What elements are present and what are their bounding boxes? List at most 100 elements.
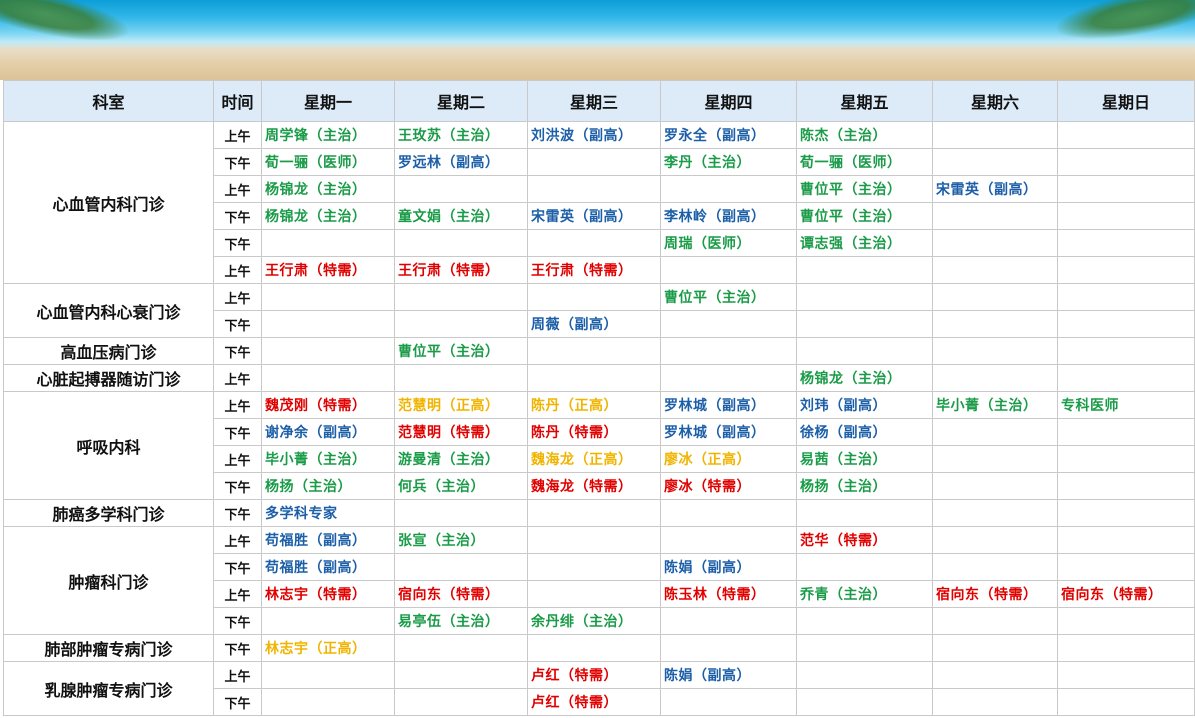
doctor-cell: 何兵（主治） bbox=[394, 472, 528, 500]
doctor-cell bbox=[796, 607, 933, 635]
session-time: 下午 bbox=[213, 499, 262, 527]
header-day-wed: 星期三 bbox=[527, 80, 661, 122]
doctor-cell bbox=[1057, 121, 1195, 149]
doctor-cell: 毕小菁（主治） bbox=[932, 391, 1058, 419]
doctor-cell bbox=[394, 553, 528, 581]
doctor-cell bbox=[1057, 607, 1195, 635]
doctor-cell bbox=[1057, 175, 1195, 203]
header-day-sat: 星期六 bbox=[932, 80, 1058, 122]
doctor-cell bbox=[932, 418, 1058, 446]
doctor-cell bbox=[1057, 202, 1195, 230]
doctor-cell bbox=[394, 229, 528, 257]
doctor-cell: 陈丹（特需） bbox=[527, 418, 661, 446]
header-dept: 科室 bbox=[3, 80, 214, 122]
doctor-cell: 王玫苏（主治） bbox=[394, 121, 528, 149]
doctor-cell: 范华（特需） bbox=[796, 526, 933, 554]
doctor-cell: 卢红（特需） bbox=[527, 688, 661, 716]
department-name: 心血管内科门诊 bbox=[3, 121, 214, 284]
doctor-cell: 谢净余（副高） bbox=[261, 418, 395, 446]
doctor-cell bbox=[527, 526, 661, 554]
session-time: 上午 bbox=[213, 283, 262, 311]
doctor-cell bbox=[527, 229, 661, 257]
header-day-fri: 星期五 bbox=[796, 80, 933, 122]
doctor-cell: 杨扬（主治） bbox=[796, 472, 933, 500]
doctor-cell: 罗永全（副高） bbox=[660, 121, 797, 149]
department-name: 心脏起搏器随访门诊 bbox=[3, 364, 214, 392]
doctor-cell bbox=[932, 634, 1058, 662]
doctor-cell: 专科医师 bbox=[1057, 391, 1195, 419]
session-time: 上午 bbox=[213, 526, 262, 554]
doctor-cell bbox=[261, 364, 395, 392]
doctor-cell bbox=[796, 499, 933, 527]
doctor-cell: 苟福胜（副高） bbox=[261, 526, 395, 554]
doctor-cell bbox=[932, 256, 1058, 284]
doctor-cell: 曹位平（主治） bbox=[796, 202, 933, 230]
department-name: 肿瘤科门诊 bbox=[3, 526, 214, 635]
doctor-cell: 卢红（特需） bbox=[527, 661, 661, 689]
doctor-cell: 王行肃（特需） bbox=[394, 256, 528, 284]
session-time: 上午 bbox=[213, 256, 262, 284]
doctor-cell bbox=[1057, 418, 1195, 446]
doctor-cell: 罗林城（副高） bbox=[660, 391, 797, 419]
session-time: 下午 bbox=[213, 472, 262, 500]
doctor-cell bbox=[261, 688, 395, 716]
doctor-cell bbox=[796, 310, 933, 338]
doctor-cell bbox=[796, 661, 933, 689]
doctor-cell bbox=[796, 688, 933, 716]
doctor-cell: 林志宇（正高） bbox=[261, 634, 395, 662]
doctor-cell: 刘洪波（副高） bbox=[527, 121, 661, 149]
doctor-cell bbox=[1057, 472, 1195, 500]
doctor-cell bbox=[1057, 337, 1195, 365]
doctor-cell bbox=[932, 688, 1058, 716]
doctor-cell: 童文娟（主治） bbox=[394, 202, 528, 230]
doctor-cell: 张宣（主治） bbox=[394, 526, 528, 554]
doctor-cell: 乔青（主治） bbox=[796, 580, 933, 608]
doctor-cell: 周薇（副高） bbox=[527, 310, 661, 338]
session-time: 上午 bbox=[213, 661, 262, 689]
doctor-cell bbox=[1057, 499, 1195, 527]
beach-banner bbox=[0, 0, 1195, 80]
doctor-cell bbox=[660, 526, 797, 554]
session-time: 下午 bbox=[213, 310, 262, 338]
doctor-cell bbox=[796, 553, 933, 581]
header-time: 时间 bbox=[213, 80, 262, 122]
doctor-cell bbox=[394, 283, 528, 311]
doctor-cell bbox=[1057, 553, 1195, 581]
doctor-cell: 周学锋（主治） bbox=[261, 121, 395, 149]
doctor-cell: 曹位平（主治） bbox=[660, 283, 797, 311]
doctor-cell: 宿向东（特需） bbox=[394, 580, 528, 608]
doctor-cell bbox=[1057, 526, 1195, 554]
doctor-cell: 杨锦龙（主治） bbox=[796, 364, 933, 392]
doctor-cell bbox=[394, 634, 528, 662]
header-day-sun: 星期日 bbox=[1057, 80, 1195, 122]
doctor-cell bbox=[660, 634, 797, 662]
doctor-cell: 宋雷英（副高） bbox=[932, 175, 1058, 203]
doctor-cell: 杨扬（主治） bbox=[261, 472, 395, 500]
session-time: 上午 bbox=[213, 175, 262, 203]
doctor-cell bbox=[261, 337, 395, 365]
doctor-cell bbox=[527, 364, 661, 392]
schedule-row: 乳腺肿瘤专病门诊 上午 卢红（特需） 陈娟（副高） bbox=[3, 661, 1195, 716]
schedule-row: 高血压病门诊 下午 曹位平（主治） bbox=[3, 337, 1195, 365]
session-time: 下午 bbox=[213, 337, 262, 365]
doctor-cell bbox=[261, 310, 395, 338]
doctor-cell: 徐杨（副高） bbox=[796, 418, 933, 446]
doctor-cell: 王行肃（特需） bbox=[261, 256, 395, 284]
header-day-tue: 星期二 bbox=[394, 80, 528, 122]
doctor-cell bbox=[1057, 148, 1195, 176]
doctor-cell: 陈娟（副高） bbox=[660, 661, 797, 689]
doctor-cell bbox=[932, 499, 1058, 527]
doctor-cell bbox=[261, 229, 395, 257]
schedule-body: 心血管内科门诊 上午 周学锋（主治） 王玫苏（主治） 刘洪波（副高） 罗永全（副高） 陈杰（… bbox=[3, 121, 1195, 716]
doctor-cell: 易亭伍（主治） bbox=[394, 607, 528, 635]
doctor-cell bbox=[527, 553, 661, 581]
doctor-cell bbox=[1057, 634, 1195, 662]
doctor-cell: 廖冰（正高） bbox=[660, 445, 797, 473]
doctor-cell bbox=[932, 607, 1058, 635]
doctor-cell bbox=[1057, 688, 1195, 716]
doctor-cell: 曹位平（主治） bbox=[394, 337, 528, 365]
doctor-cell bbox=[932, 472, 1058, 500]
doctor-cell bbox=[660, 607, 797, 635]
doctor-cell bbox=[796, 634, 933, 662]
doctor-cell bbox=[932, 553, 1058, 581]
